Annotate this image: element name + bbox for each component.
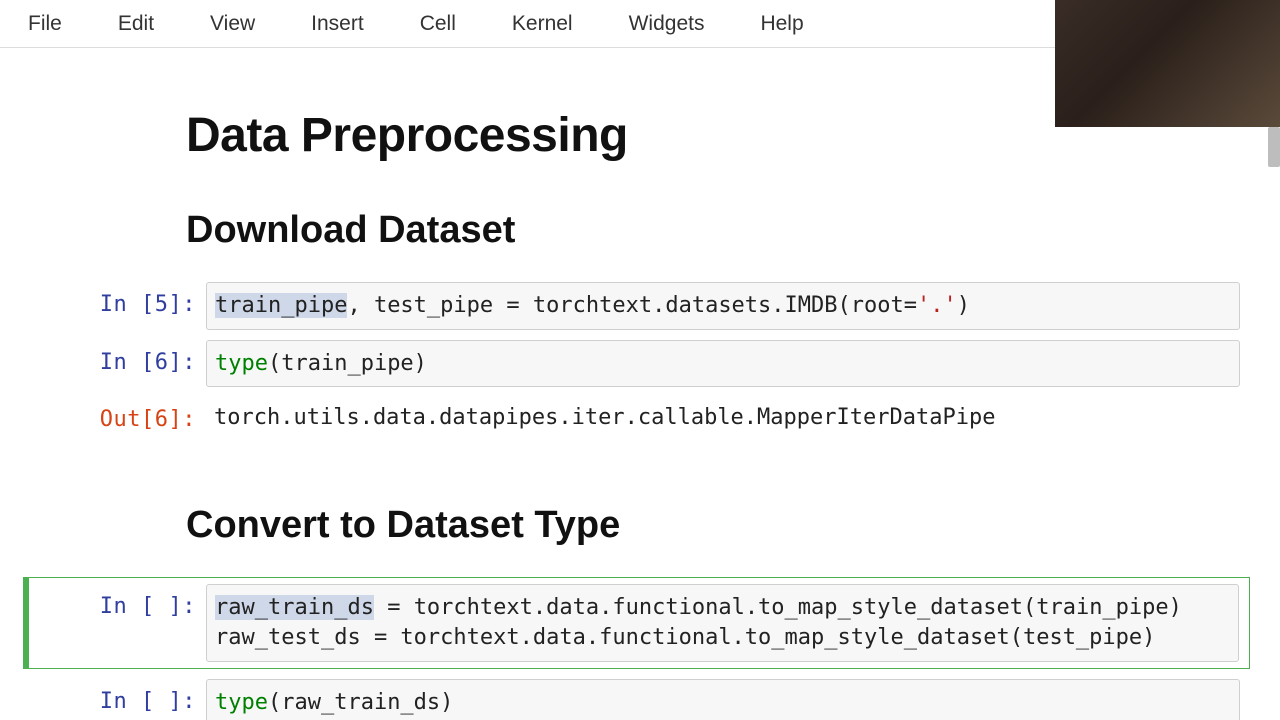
- prompt-in-5: In [5]:: [30, 282, 206, 317]
- code-keyword: type: [215, 351, 268, 376]
- code-input-next[interactable]: type(raw_train_ds): [206, 679, 1240, 720]
- menu-kernel[interactable]: Kernel: [512, 12, 573, 36]
- code-text: ): [957, 293, 970, 318]
- menu-edit[interactable]: Edit: [118, 12, 154, 36]
- output-cell-6: Out[6]: torch.utils.data.datapipes.iter.…: [30, 397, 1250, 438]
- menu-cell[interactable]: Cell: [420, 12, 456, 36]
- prompt-out-6: Out[6]:: [30, 397, 206, 432]
- code-keyword: type: [215, 690, 268, 715]
- code-selection: train_pipe: [215, 293, 347, 318]
- code-input-6[interactable]: type(train_pipe): [206, 340, 1240, 388]
- code-cell-next[interactable]: In [ ]: type(raw_train_ds): [30, 679, 1250, 720]
- code-text: , test_pipe = torchtext.datasets.IMDB(ro…: [347, 293, 917, 318]
- code-string: '.': [917, 293, 957, 318]
- code-cell-6[interactable]: In [6]: type(train_pipe): [30, 340, 1250, 388]
- heading-convert-dataset: Convert to Dataset Type: [186, 504, 1280, 547]
- code-cell-5[interactable]: In [5]: train_pipe, test_pipe = torchtex…: [30, 282, 1250, 330]
- menu-items: File Edit View Insert Cell Kernel Widget…: [28, 12, 1075, 36]
- scrollbar-thumb[interactable]: [1268, 127, 1280, 167]
- webcam-overlay: [1055, 0, 1280, 127]
- code-input-5[interactable]: train_pipe, test_pipe = torchtext.datase…: [206, 282, 1240, 330]
- output-text-6: torch.utils.data.datapipes.iter.callable…: [206, 397, 1240, 438]
- notebook-area: Data Preprocessing Download Dataset In […: [0, 48, 1280, 720]
- heading-download-dataset: Download Dataset: [186, 209, 1280, 252]
- code-text: = torchtext.data.functional.to_map_style…: [374, 595, 1182, 620]
- code-text: (raw_train_ds): [268, 690, 453, 715]
- menu-file[interactable]: File: [28, 12, 62, 36]
- menu-view[interactable]: View: [210, 12, 255, 36]
- code-text: raw_test_ds = torchtext.data.functional.…: [215, 625, 1155, 650]
- prompt-in-empty-1: In [ ]:: [30, 584, 206, 619]
- menu-insert[interactable]: Insert: [311, 12, 364, 36]
- prompt-in-6: In [6]:: [30, 340, 206, 375]
- code-input-selected[interactable]: raw_train_ds = torchtext.data.functional…: [206, 584, 1239, 661]
- code-text: (train_pipe): [268, 351, 427, 376]
- code-cell-selected[interactable]: In [ ]: raw_train_ds = torchtext.data.fu…: [23, 577, 1250, 668]
- menu-help[interactable]: Help: [760, 12, 803, 36]
- code-selection: raw_train_ds: [215, 595, 374, 620]
- prompt-in-empty-2: In [ ]:: [30, 679, 206, 714]
- menu-widgets[interactable]: Widgets: [629, 12, 705, 36]
